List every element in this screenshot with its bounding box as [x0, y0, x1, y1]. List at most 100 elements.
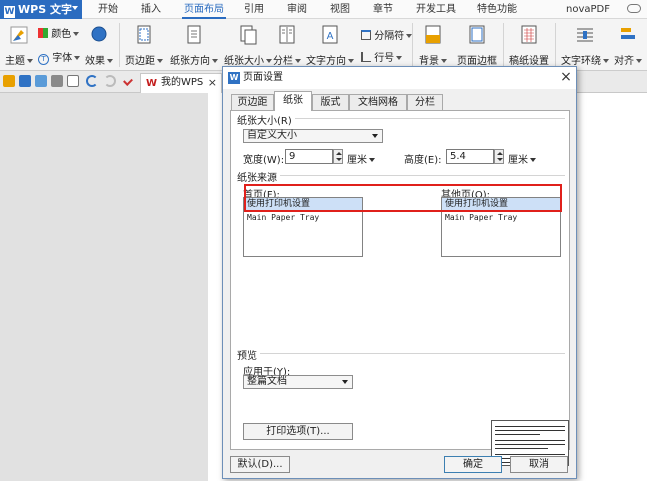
height-label: 高度(E): — [404, 155, 442, 166]
line-numbers-icon — [361, 52, 371, 62]
tab-layout[interactable]: 版式 — [312, 94, 349, 110]
width-input[interactable]: 9 — [285, 149, 333, 164]
background-icon — [425, 25, 441, 44]
width-label: 宽度(W): — [243, 155, 285, 166]
apply-to-select[interactable]: 整篇文档 — [243, 375, 353, 389]
background-button[interactable]: 背景 — [418, 25, 448, 67]
theme-icon — [10, 26, 28, 44]
cloud-icon[interactable] — [627, 4, 641, 13]
margins-button[interactable]: 页边距 — [124, 25, 164, 67]
height-unit-select[interactable]: 厘米 — [508, 151, 536, 166]
colors-icon — [38, 28, 48, 38]
ribbon-separator — [119, 23, 120, 67]
effects-button[interactable]: 效果 — [84, 25, 114, 67]
breaks-icon — [361, 30, 371, 40]
app-name: WPS 文字 — [18, 3, 72, 16]
preview-group-label: 预览 — [237, 347, 260, 362]
text-wrap-icon — [577, 28, 593, 42]
undo-icon[interactable] — [86, 75, 98, 87]
text-direction-button[interactable]: A 文字方向 — [306, 25, 354, 67]
page-border-button[interactable]: 页面边框 — [455, 25, 499, 67]
ok-button[interactable]: 确定 — [444, 456, 502, 473]
tab-document-grid[interactable]: 文档网格 — [349, 94, 407, 110]
height-stepper[interactable] — [494, 149, 504, 164]
tab-paper[interactable]: 纸张 — [274, 91, 312, 111]
wps-logo-icon: W — [4, 6, 15, 18]
dialog-title-bar: W 页面设置 — [223, 67, 576, 89]
paper-size-group-label: 纸张大小(R) — [237, 112, 295, 127]
export-pdf-icon[interactable] — [35, 75, 47, 87]
line-numbers-button[interactable]: 行号 — [361, 49, 403, 64]
paper-size-select[interactable]: 自定义大小 — [243, 129, 383, 143]
close-icon[interactable]: × — [208, 74, 217, 92]
open-icon[interactable] — [3, 75, 15, 87]
tab-references[interactable]: 引用 — [244, 0, 264, 19]
paper-source-group-label: 纸张来源 — [237, 169, 280, 184]
fonts-button[interactable]: T 字体 — [38, 49, 81, 65]
menu-bar: W WPS 文字 开始 插入 页面布局 引用 审阅 视图 章节 开发工具 特色功能… — [0, 0, 647, 19]
columns-button[interactable]: 分栏 — [272, 25, 302, 67]
document-tab-label: 我的WPS — [161, 77, 204, 88]
columns-icon — [279, 25, 295, 44]
app-menu-button[interactable]: W WPS 文字 — [0, 0, 82, 19]
tab-chapter[interactable]: 章节 — [373, 0, 393, 19]
redo-icon[interactable] — [104, 75, 116, 87]
orientation-button[interactable]: 纸张方向 — [168, 25, 220, 67]
page-border-icon — [469, 25, 485, 44]
tab-page-layout[interactable]: 页面布局 — [182, 0, 226, 19]
paper-size-icon — [240, 25, 257, 45]
chevron-down-icon — [72, 6, 78, 13]
svg-text:A: A — [327, 31, 334, 42]
print-options-button[interactable]: 打印选项(T)... — [243, 423, 353, 440]
fonts-icon: T — [38, 54, 49, 65]
divider — [239, 175, 565, 176]
tab-insert[interactable]: 插入 — [141, 0, 161, 19]
highlight-box — [244, 184, 562, 212]
wps-document-icon: W — [146, 78, 158, 89]
page-setup-dialog: W 页面设置 × 页边距 纸张 版式 文档网格 分栏 纸张大小(R) 自定义大小… — [222, 66, 577, 479]
manuscript-icon — [521, 25, 537, 44]
paper-size-button[interactable]: 纸张大小 — [222, 25, 274, 67]
save-icon[interactable] — [19, 75, 31, 87]
theme-button[interactable]: 主题 — [4, 25, 34, 67]
align-icon — [621, 28, 635, 39]
list-item[interactable]: Main Paper Tray — [244, 211, 362, 224]
print-preview-icon[interactable] — [67, 75, 79, 87]
text-direction-icon: A — [322, 25, 338, 44]
tab-columns[interactable]: 分栏 — [407, 94, 443, 110]
tab-developer[interactable]: 开发工具 — [416, 0, 456, 19]
wps-logo-icon: W — [228, 72, 240, 84]
ribbon: 主题 颜色 T 字体 效果 页边距 纸张方向 纸张大小 分栏 A 文字方向 分隔… — [0, 19, 647, 71]
margins-icon — [137, 25, 151, 44]
breaks-button[interactable]: 分隔符 — [361, 27, 413, 42]
check-icon[interactable] — [123, 76, 133, 86]
tab-home[interactable]: 开始 — [98, 0, 118, 19]
print-icon[interactable] — [51, 75, 63, 87]
ribbon-separator — [555, 23, 556, 67]
width-unit-select[interactable]: 厘米 — [347, 151, 375, 166]
ribbon-separator — [412, 23, 413, 67]
list-item[interactable]: Main Paper Tray — [442, 211, 560, 224]
tab-features[interactable]: 特色功能 — [477, 0, 517, 19]
dialog-title: 页面设置 — [243, 72, 283, 83]
paper-tab-panel: 纸张大小(R) 自定义大小 宽度(W): 9 厘米 高度(E): 5.4 厘米 … — [230, 110, 570, 466]
text-wrap-button[interactable]: 文字环绕 — [560, 25, 610, 67]
orientation-icon — [187, 25, 201, 44]
tab-margins[interactable]: 页边距 — [231, 94, 274, 110]
cancel-button[interactable]: 取消 — [510, 456, 568, 473]
default-button[interactable]: 默认(D)... — [230, 456, 290, 473]
ribbon-separator — [503, 23, 504, 67]
chevron-down-icon — [342, 380, 348, 384]
manuscript-settings-button[interactable]: 稿纸设置 — [508, 25, 550, 67]
tab-review[interactable]: 审阅 — [287, 0, 307, 19]
width-stepper[interactable] — [333, 149, 343, 164]
divider — [239, 353, 565, 354]
dialog-close-button[interactable]: × — [557, 68, 575, 87]
align-button[interactable]: 对齐 — [612, 25, 644, 67]
colors-button[interactable]: 颜色 — [38, 25, 80, 40]
tab-view[interactable]: 视图 — [330, 0, 350, 19]
effects-icon — [91, 26, 107, 42]
height-input[interactable]: 5.4 — [446, 149, 494, 164]
tab-novapdf[interactable]: novaPDF — [566, 0, 610, 19]
document-tab[interactable]: W 我的WPS × — [140, 73, 222, 93]
